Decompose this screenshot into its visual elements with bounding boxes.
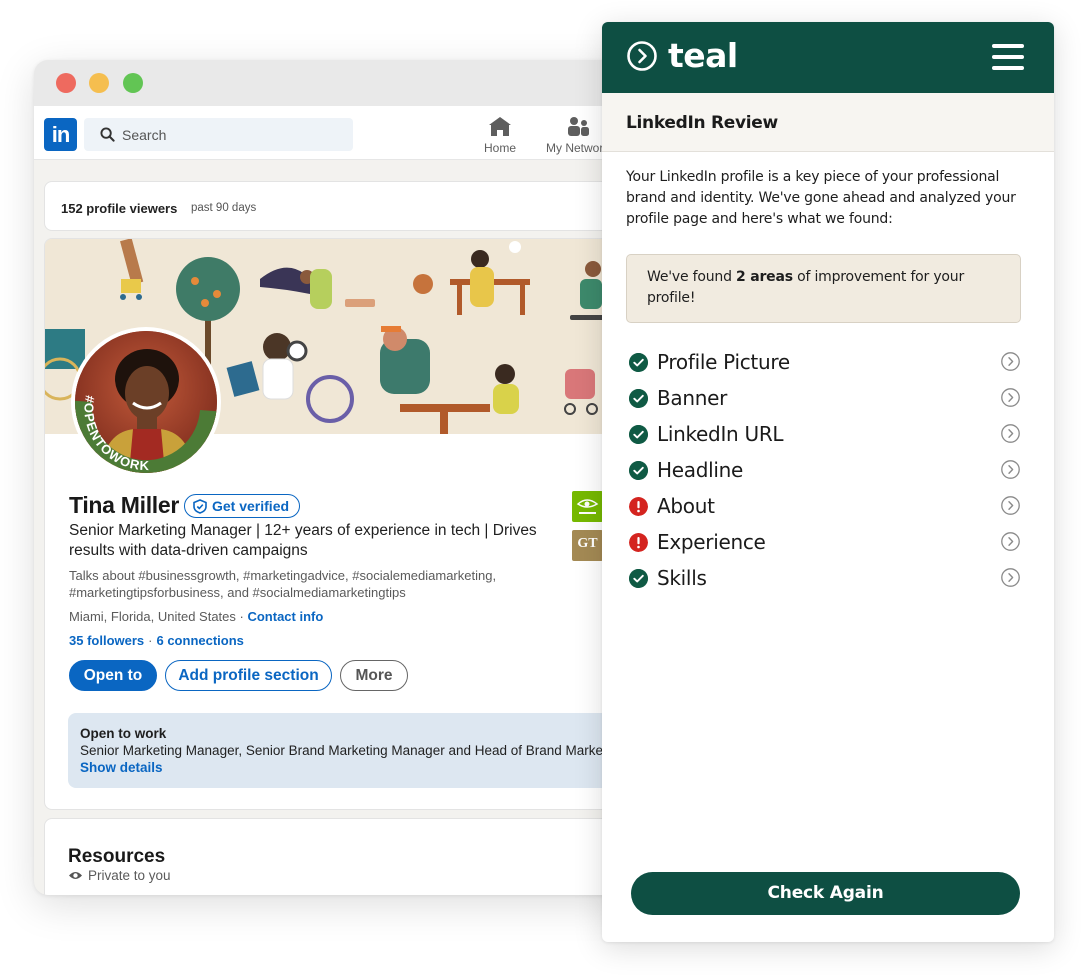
resources-card: Resources Private to you	[44, 818, 634, 895]
alert-circle-icon	[629, 497, 648, 516]
get-verified-button[interactable]: Get verified	[184, 494, 301, 518]
nav-home[interactable]: Home	[484, 116, 516, 155]
add-profile-section-button[interactable]: Add profile section	[165, 660, 332, 691]
chevron-right-circle-icon[interactable]	[1001, 460, 1020, 479]
profile-headline: Senior Marketing Manager | 12+ years of …	[69, 522, 537, 559]
nav-home-label: Home	[484, 141, 517, 155]
profile-viewers-card[interactable]: 152 profile viewers past 90 days	[44, 181, 634, 231]
check-circle-icon	[629, 461, 648, 480]
teal-logo-icon[interactable]	[626, 40, 658, 72]
open-to-work-roles: Senior Marketing Manager, Senior Brand M…	[80, 743, 625, 758]
summary-count: 2 areas	[736, 269, 793, 285]
private-label: Private to you	[88, 868, 171, 883]
profile-location: Miami, Florida, United States · Contact …	[69, 609, 324, 624]
nav-my-network[interactable]: My Network	[546, 116, 609, 155]
teal-header: teal	[602, 22, 1054, 93]
check-item-label: Banner	[657, 386, 728, 410]
check-circle-icon	[629, 425, 648, 444]
profile-card: #OPENTOWORK Tina Miller Get verified Sen…	[44, 238, 634, 810]
check-item-banner[interactable]: Banner	[629, 386, 1024, 422]
home-icon	[489, 117, 511, 136]
resources-subtitle: Private to you	[68, 868, 171, 883]
check-item-label: Experience	[657, 530, 766, 554]
avatar: #OPENTOWORK	[75, 331, 217, 473]
close-window-button[interactable]	[56, 73, 76, 93]
check-again-button[interactable]: Check Again	[631, 872, 1020, 915]
review-checklist: Profile Picture Banner LinkedIn URL Head…	[629, 350, 1024, 602]
network-icon	[567, 117, 589, 136]
get-verified-label: Get verified	[212, 497, 290, 514]
opentowork-frame: #OPENTOWORK	[75, 394, 217, 473]
summary-prefix: We've found	[647, 269, 737, 285]
check-item-linkedin-url[interactable]: LinkedIn URL	[629, 422, 1024, 458]
hamburger-menu-icon[interactable]	[992, 44, 1024, 70]
shield-check-icon	[193, 498, 207, 514]
chevron-right-circle-icon[interactable]	[1001, 496, 1020, 515]
search-input[interactable]	[122, 118, 342, 151]
check-item-label: LinkedIn URL	[657, 422, 784, 446]
improvement-summary: We've found 2 areas of improvement for y…	[626, 254, 1021, 323]
contact-info-link[interactable]: Contact info	[247, 609, 323, 624]
teal-wordmark: teal	[668, 36, 738, 75]
check-item-profile-picture[interactable]: Profile Picture	[629, 350, 1024, 386]
teal-panel: teal LinkedIn Review Your LinkedIn profi…	[602, 22, 1054, 942]
connections-link[interactable]: 6 connections	[156, 633, 243, 648]
profile-network-stats: 35 followers · 6 connections	[69, 633, 244, 648]
search-box[interactable]	[84, 118, 353, 151]
check-circle-icon	[629, 389, 648, 408]
followers-link[interactable]: 35 followers	[69, 633, 144, 648]
check-circle-icon	[629, 353, 648, 372]
check-circle-icon	[629, 569, 648, 588]
open-to-work-title: Open to work	[80, 726, 167, 741]
check-item-headline[interactable]: Headline	[629, 458, 1024, 494]
chevron-right-circle-icon[interactable]	[1001, 532, 1020, 551]
review-intro: Your LinkedIn profile is a key piece of …	[626, 169, 1016, 227]
check-item-label: Profile Picture	[657, 350, 790, 374]
nav-my-network-label: My Network	[546, 141, 610, 155]
eye-icon	[69, 872, 82, 879]
linkedin-navbar: in Home My Network	[34, 106, 634, 160]
open-to-button[interactable]: Open to	[69, 660, 157, 691]
profile-name: Tina Miller	[69, 492, 180, 518]
location-text: Miami, Florida, United States	[69, 609, 236, 624]
chevron-right-circle-icon[interactable]	[1001, 568, 1020, 587]
search-icon	[100, 127, 115, 142]
check-item-skills[interactable]: Skills	[629, 566, 1024, 602]
chevron-right-circle-icon[interactable]	[1001, 352, 1020, 371]
check-item-label: About	[657, 494, 715, 518]
georgia-tech-logo[interactable]: GT	[572, 530, 603, 561]
nvidia-logo[interactable]	[572, 491, 603, 522]
nvidia-eye-icon	[576, 499, 599, 514]
alert-circle-icon	[629, 533, 648, 552]
chevron-right-circle-icon[interactable]	[1001, 424, 1020, 443]
chevron-right-circle-icon[interactable]	[1001, 388, 1020, 407]
minimize-window-button[interactable]	[89, 73, 109, 93]
check-item-label: Headline	[657, 458, 743, 482]
resources-title: Resources	[68, 846, 166, 867]
check-item-experience[interactable]: Experience	[629, 530, 1024, 566]
profile-photo[interactable]: #OPENTOWORK	[71, 327, 221, 477]
maximize-window-button[interactable]	[123, 73, 143, 93]
profile-viewers-range: past 90 days	[191, 202, 257, 214]
profile-viewers-count: 152 profile viewers	[61, 201, 178, 216]
check-item-label: Skills	[657, 566, 707, 590]
check-item-about[interactable]: About	[629, 494, 1024, 530]
browser-window: in Home My Network 152 profile viewers p…	[34, 60, 634, 895]
show-details-link[interactable]: Show details	[80, 760, 163, 775]
open-to-work-box: Open to work Senior Marketing Manager, S…	[68, 713, 634, 788]
linkedin-logo[interactable]: in	[44, 118, 77, 151]
window-titlebar	[34, 60, 634, 106]
more-button[interactable]: More	[340, 660, 408, 691]
profile-talks-about: Talks about #businessgrowth, #marketinga…	[69, 568, 497, 600]
review-header: LinkedIn Review	[602, 93, 1054, 152]
review-title: LinkedIn Review	[626, 113, 778, 133]
